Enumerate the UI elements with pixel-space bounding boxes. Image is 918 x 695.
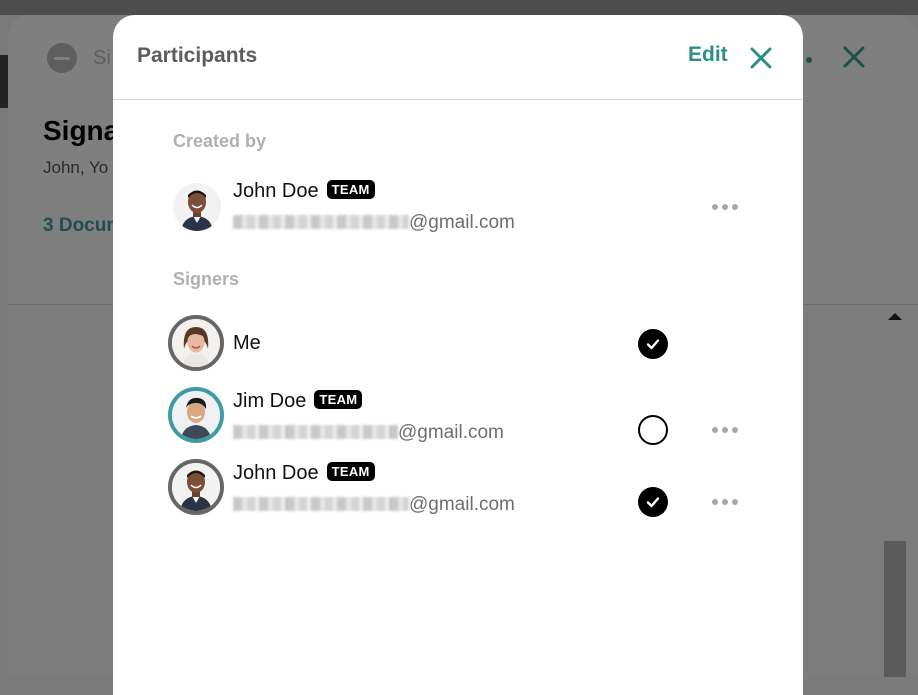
modal-title: Participants <box>137 44 258 67</box>
scroll-up-arrow-icon[interactable] <box>888 313 902 320</box>
creator-email: @gmail.com <box>233 212 515 234</box>
check-circle-icon[interactable] <box>638 329 668 359</box>
avatar <box>173 183 221 231</box>
empty-circle-icon[interactable] <box>638 415 668 445</box>
signer-row: Me <box>168 315 748 375</box>
avatar <box>168 387 224 443</box>
background-scrollbar[interactable] <box>884 541 906 677</box>
signers-label: Signers <box>173 269 240 289</box>
check-circle-icon[interactable] <box>638 487 668 517</box>
background-dot-icon <box>806 57 812 63</box>
signer-email-suffix: @gmail.com <box>398 422 504 443</box>
more-horizontal-icon[interactable] <box>712 425 738 435</box>
background-status-text: Si <box>93 47 111 69</box>
participants-modal: Participants Edit Created by John Doe TEA… <box>113 15 803 695</box>
team-badge: TEAM <box>326 462 375 481</box>
background-title: Signa <box>43 115 120 146</box>
signer-name: Me <box>233 332 261 354</box>
signer-name: Jim Doe TEAM <box>233 390 363 413</box>
redacted-email-name <box>233 425 398 439</box>
creator-name-text: John Doe <box>233 180 319 202</box>
redacted-email-name <box>233 497 409 511</box>
created-by-label: Created by <box>173 131 267 151</box>
signer-row: Jim Doe TEAM @gmail.com <box>168 387 748 447</box>
signer-row: John Doe TEAM @gmail.com <box>168 459 748 519</box>
avatar <box>168 315 224 371</box>
creator-row: John Doe TEAM @gmail.com <box>168 180 748 240</box>
close-icon[interactable] <box>747 44 775 72</box>
signer-email: @gmail.com <box>233 494 515 516</box>
redacted-email-name <box>233 215 409 229</box>
signer-name: John Doe TEAM <box>233 462 375 485</box>
background-documents-link: 3 Docum <box>43 215 124 236</box>
team-badge: TEAM <box>326 180 375 199</box>
edit-button[interactable]: Edit <box>688 43 728 67</box>
signer-email: @gmail.com <box>233 422 504 444</box>
signer-email-suffix: @gmail.com <box>409 494 515 515</box>
creator-name: John Doe TEAM <box>233 180 375 203</box>
background-top-bar <box>0 0 918 15</box>
creator-email-suffix: @gmail.com <box>409 212 515 233</box>
background-close-icon <box>840 43 868 71</box>
signer-name-text: John Doe <box>233 462 319 484</box>
signer-name-text: Jim Doe <box>233 390 307 412</box>
more-horizontal-icon[interactable] <box>712 497 738 507</box>
modal-header: Participants Edit <box>113 15 803 100</box>
team-badge: TEAM <box>314 390 363 409</box>
background-left-accent <box>0 55 8 108</box>
background-subtitle: John, Yo <box>43 158 109 177</box>
more-horizontal-icon[interactable] <box>712 202 738 212</box>
status-minus-icon <box>47 43 77 73</box>
avatar <box>168 459 224 515</box>
